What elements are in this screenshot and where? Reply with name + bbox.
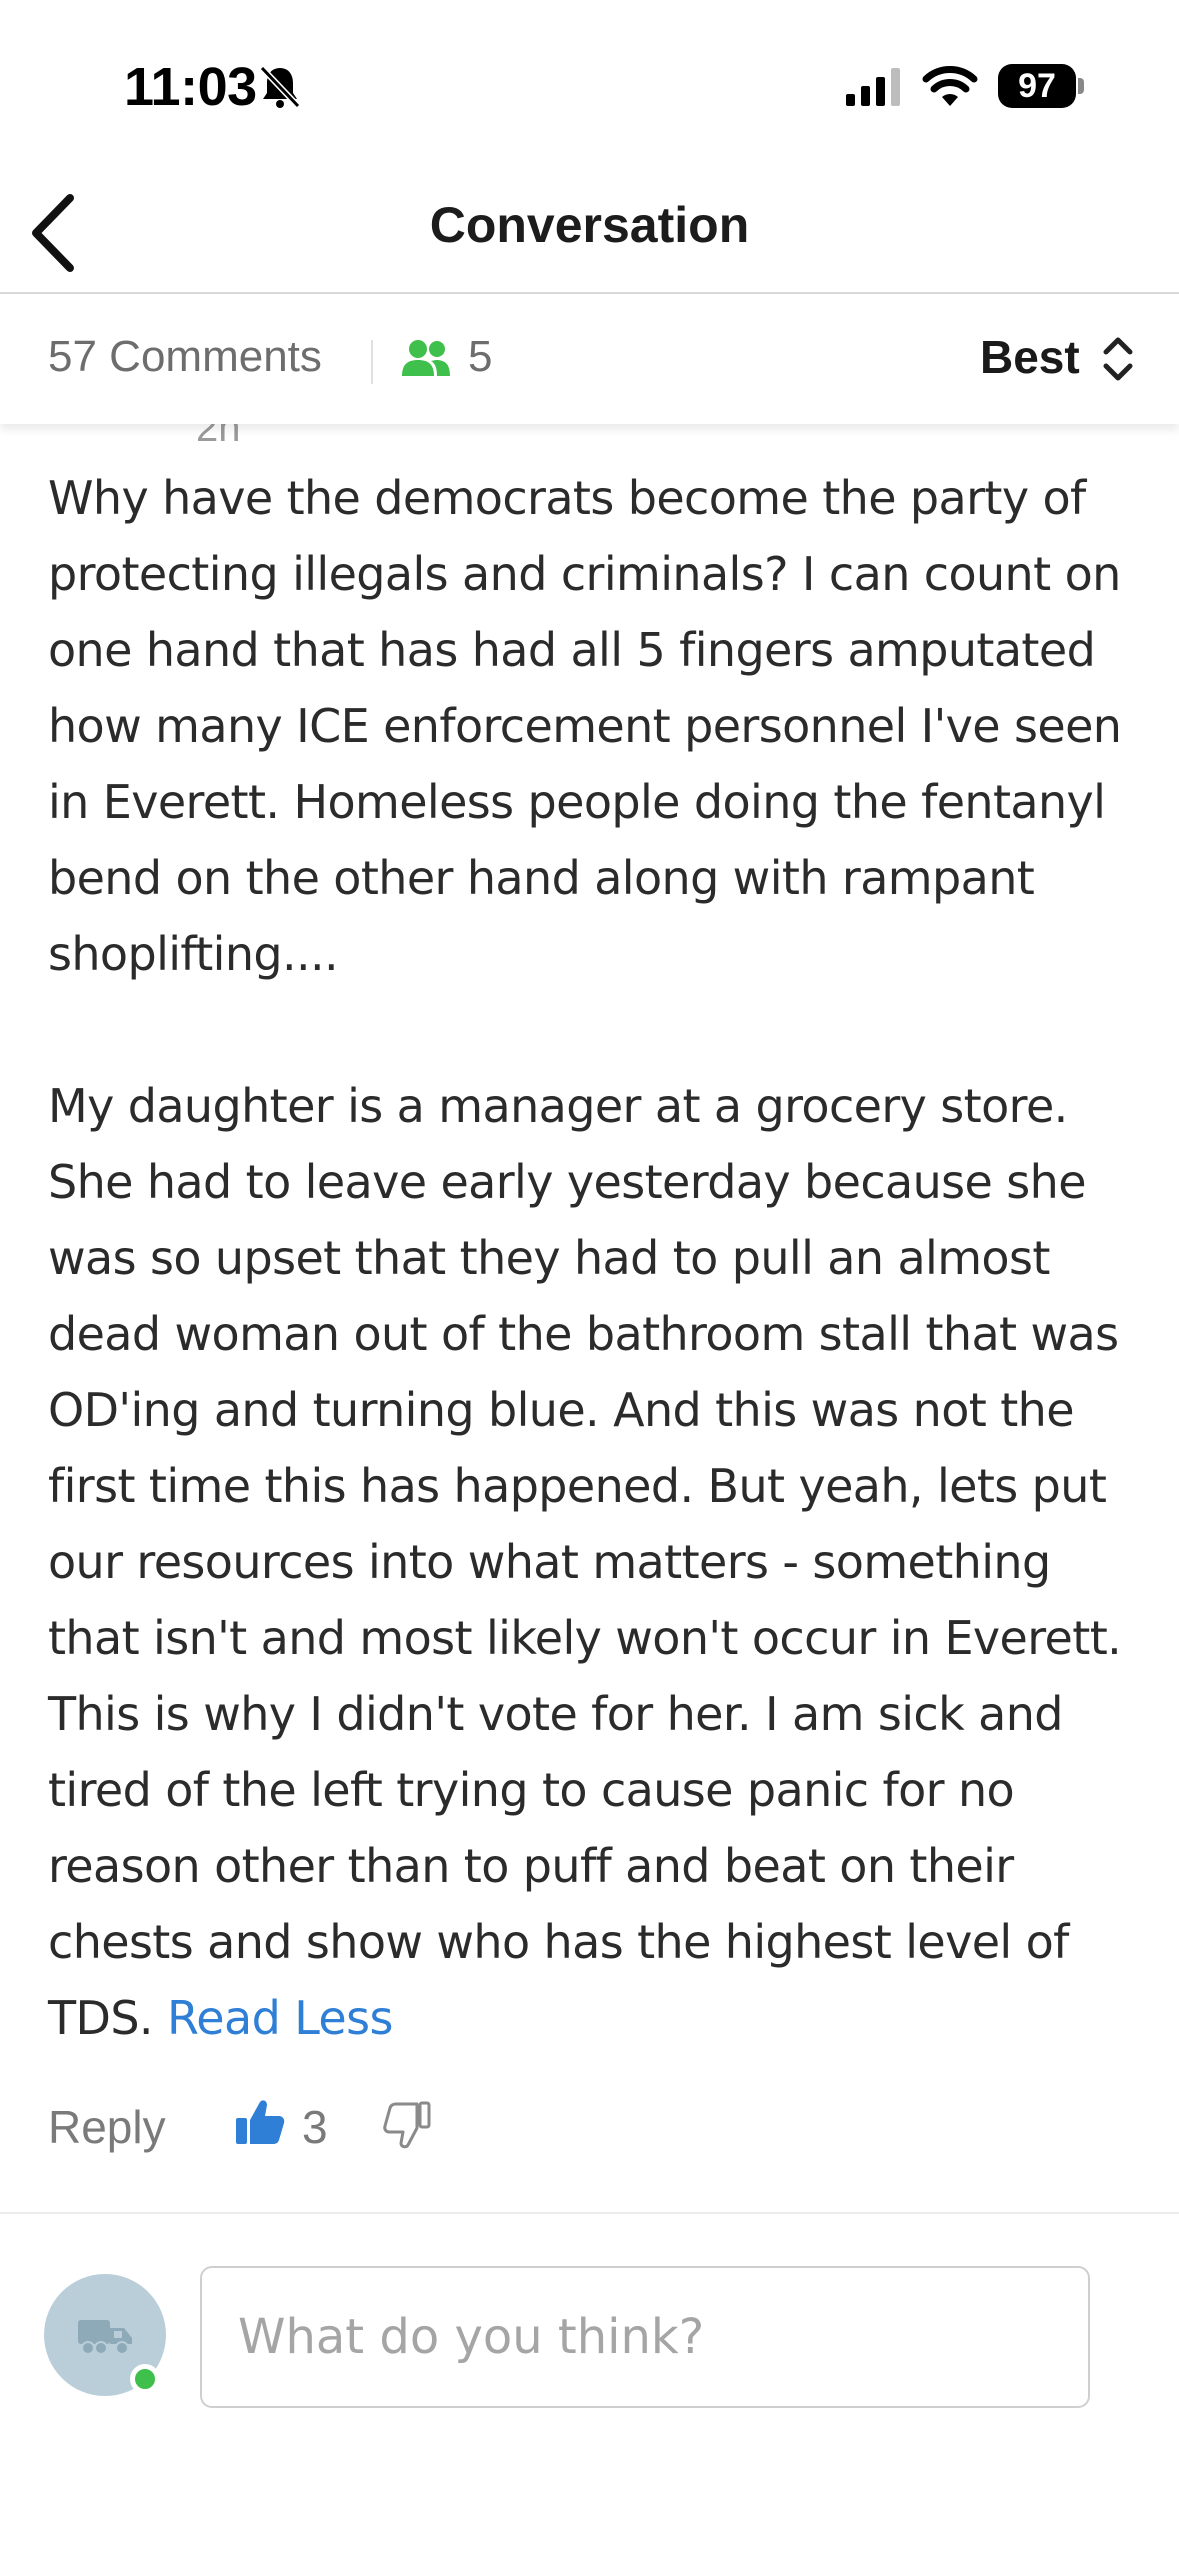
reply-button[interactable]: Reply xyxy=(48,2100,166,2154)
sort-chevrons-icon[interactable] xyxy=(1100,332,1136,386)
battery-tip xyxy=(1078,78,1084,94)
meta-divider xyxy=(371,340,373,384)
read-less-link[interactable]: Read Less xyxy=(167,1991,393,2045)
bell-muted-icon xyxy=(259,65,301,109)
like-count: 3 xyxy=(302,2101,328,2153)
comment-paragraph: My daughter is a manager at a grocery st… xyxy=(48,1068,1138,2056)
wifi-icon xyxy=(922,66,978,106)
status-bar: 11:03 97 xyxy=(0,0,1179,170)
participants-icon xyxy=(402,340,450,376)
comment-paragraph-text: My daughter is a manager at a grocery st… xyxy=(48,1079,1122,2045)
participants-count: 5 xyxy=(468,332,493,381)
comment-paragraph: Why have the democrats become the party … xyxy=(48,471,1122,981)
online-status-dot xyxy=(130,2364,160,2394)
comment-input[interactable] xyxy=(200,2266,1090,2408)
comment-composer xyxy=(0,2212,1179,2556)
battery-indicator: 97 xyxy=(998,64,1076,108)
thumbs-down-icon[interactable] xyxy=(382,2100,432,2150)
comment-actions: Reply 3 xyxy=(48,2100,648,2160)
sort-selector[interactable]: Best xyxy=(980,330,1080,384)
comments-meta-bar: 57 Comments 5 Best xyxy=(0,294,1179,424)
truck-icon xyxy=(78,2320,132,2355)
comment-body: Why have the democrats become the party … xyxy=(48,460,1138,2056)
status-time: 11:03 xyxy=(124,57,257,117)
page-title: Conversation xyxy=(429,197,750,253)
cellular-signal-icon xyxy=(846,68,900,106)
nav-bar: Conversation xyxy=(0,170,1179,294)
comments-count: 57 Comments xyxy=(48,332,322,381)
thumbs-up-icon[interactable] xyxy=(234,2096,286,2148)
battery-level: 97 xyxy=(1018,66,1056,105)
